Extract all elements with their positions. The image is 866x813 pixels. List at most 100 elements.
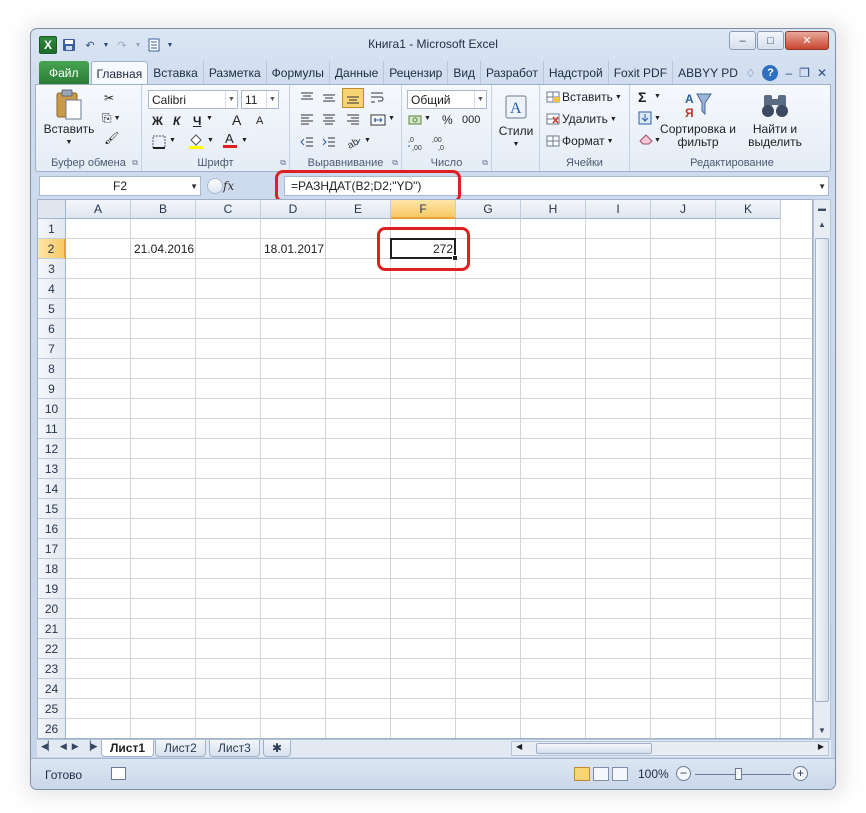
decrease-indent-icon[interactable] bbox=[300, 135, 314, 149]
last-sheet-icon[interactable]: ▕▶ bbox=[84, 741, 98, 752]
row-header-7[interactable]: 7 bbox=[38, 339, 66, 359]
autosum-button[interactable]: Σ bbox=[638, 89, 646, 105]
horizontal-scrollbar[interactable]: ◀ ▶ bbox=[511, 741, 829, 756]
row-header-17[interactable]: 17 bbox=[38, 539, 66, 559]
clear-icon[interactable] bbox=[638, 133, 654, 145]
font-launcher-icon[interactable]: ⧉ bbox=[280, 158, 286, 168]
row-header-8[interactable]: 8 bbox=[38, 359, 66, 379]
next-sheet-icon[interactable]: ▶ bbox=[72, 741, 79, 752]
find-select-button[interactable]: Найти и выделить bbox=[740, 89, 810, 149]
paste-button[interactable]: Вставить ▼ bbox=[44, 89, 94, 149]
number-format-select[interactable]: Общий ▼ bbox=[407, 90, 487, 109]
italic-button[interactable]: К bbox=[173, 114, 180, 128]
vertical-scrollbar[interactable]: ▬ ▲ ▼ bbox=[813, 199, 831, 739]
align-bottom-icon[interactable] bbox=[342, 88, 364, 108]
expand-formula-bar-icon[interactable]: ▼ bbox=[818, 182, 826, 191]
fill-color-dropdown-icon[interactable]: ▼ bbox=[207, 137, 214, 144]
row-header-6[interactable]: 6 bbox=[38, 319, 66, 339]
row-header-4[interactable]: 4 bbox=[38, 279, 66, 299]
row-header-26[interactable]: 26 bbox=[38, 719, 66, 738]
format-painter-icon[interactable]: 🖌 bbox=[104, 131, 119, 145]
align-center-icon[interactable] bbox=[322, 113, 336, 127]
cell-b2[interactable]: 21.04.2016 bbox=[131, 239, 196, 259]
page-break-view-icon[interactable] bbox=[612, 767, 628, 781]
workbook-restore-icon[interactable]: ❐ bbox=[799, 66, 810, 80]
orientation-dropdown-icon[interactable]: ▼ bbox=[364, 137, 371, 144]
cut-icon[interactable]: ✂ bbox=[104, 91, 114, 105]
cell-d2[interactable]: 18.01.2017 bbox=[261, 239, 326, 259]
borders-dropdown-icon[interactable]: ▼ bbox=[169, 137, 176, 144]
prev-sheet-icon[interactable]: ◀ bbox=[60, 741, 67, 752]
zoom-level[interactable]: 100% bbox=[638, 767, 669, 781]
percent-style-button[interactable]: % bbox=[442, 113, 453, 127]
normal-view-icon[interactable] bbox=[574, 767, 590, 781]
comma-style-button[interactable]: 000 bbox=[462, 114, 480, 126]
name-box-dropdown-icon[interactable]: ▼ bbox=[190, 182, 198, 191]
fill-icon[interactable] bbox=[638, 111, 652, 125]
orientation-icon[interactable]: ab bbox=[346, 135, 362, 149]
font-name-select[interactable]: Calibri ▼ bbox=[148, 90, 238, 109]
tab-addins[interactable]: Надстрой bbox=[544, 61, 609, 85]
copy-icon[interactable]: ⎘ ▼ bbox=[102, 111, 121, 126]
font-color-icon[interactable]: A bbox=[222, 131, 238, 149]
clipboard-launcher-icon[interactable]: ⧉ bbox=[132, 158, 138, 168]
row-header-3[interactable]: 3 bbox=[38, 259, 66, 279]
row-header-19[interactable]: 19 bbox=[38, 579, 66, 599]
row-header-23[interactable]: 23 bbox=[38, 659, 66, 679]
row-header-2[interactable]: 2 bbox=[38, 239, 66, 259]
fill-color-icon[interactable] bbox=[188, 133, 204, 149]
row-header-10[interactable]: 10 bbox=[38, 399, 66, 419]
tab-page-layout[interactable]: Разметка bbox=[204, 61, 267, 85]
column-header-e[interactable]: E bbox=[326, 200, 391, 219]
row-header-14[interactable]: 14 bbox=[38, 479, 66, 499]
close-button[interactable]: ✕ bbox=[785, 31, 829, 50]
row-header-13[interactable]: 13 bbox=[38, 459, 66, 479]
tab-foxit-pdf[interactable]: Foxit PDF bbox=[609, 61, 674, 85]
column-header-a[interactable]: A bbox=[66, 200, 131, 219]
sheet-tab-2[interactable]: Лист2 bbox=[155, 740, 206, 757]
tab-formulas[interactable]: Формулы bbox=[267, 61, 330, 85]
increase-indent-icon[interactable] bbox=[322, 135, 336, 149]
insert-cells-button[interactable]: Вставить ▼ bbox=[546, 90, 622, 104]
row-header-25[interactable]: 25 bbox=[38, 699, 66, 719]
worksheet-grid[interactable]: A B C D E F G H I J K 1 2 3 4 5 6 7 8 9 10 11 12 13 14 15 16 17 18 19… bbox=[37, 199, 813, 739]
tab-data[interactable]: Данные bbox=[330, 61, 385, 85]
align-right-icon[interactable] bbox=[346, 113, 360, 127]
row-header-22[interactable]: 22 bbox=[38, 639, 66, 659]
workbook-minimize-icon[interactable]: – bbox=[785, 66, 792, 80]
name-box[interactable]: F2 ▼ bbox=[39, 176, 201, 196]
align-left-icon[interactable] bbox=[300, 113, 314, 127]
row-header-9[interactable]: 9 bbox=[38, 379, 66, 399]
row-header-15[interactable]: 15 bbox=[38, 499, 66, 519]
merge-center-icon[interactable] bbox=[370, 113, 386, 127]
row-header-21[interactable]: 21 bbox=[38, 619, 66, 639]
font-color-dropdown-icon[interactable]: ▼ bbox=[241, 137, 248, 144]
vertical-scroll-thumb[interactable] bbox=[815, 238, 829, 702]
zoom-slider-thumb[interactable] bbox=[735, 768, 742, 780]
select-all-button[interactable] bbox=[38, 200, 66, 219]
tab-file[interactable]: Файл bbox=[39, 61, 89, 85]
alignment-launcher-icon[interactable]: ⧉ bbox=[392, 158, 398, 168]
tab-home[interactable]: Главная bbox=[90, 61, 149, 85]
insert-function-button[interactable]: fx bbox=[223, 179, 234, 193]
zoom-slider-track[interactable] bbox=[695, 774, 791, 775]
column-header-c[interactable]: C bbox=[196, 200, 261, 219]
tab-view[interactable]: Вид bbox=[448, 61, 482, 85]
row-header-20[interactable]: 20 bbox=[38, 599, 66, 619]
scroll-up-icon[interactable]: ▲ bbox=[814, 216, 830, 232]
align-top-icon[interactable] bbox=[300, 91, 314, 105]
decrease-decimal-icon[interactable]: ,00,0 bbox=[432, 135, 450, 151]
increase-decimal-icon[interactable]: ,0,00 bbox=[408, 135, 426, 151]
column-header-d[interactable]: D bbox=[261, 200, 326, 219]
scroll-split-handle[interactable]: ▬ bbox=[814, 200, 830, 216]
maximize-button[interactable]: □ bbox=[757, 31, 784, 50]
align-middle-icon[interactable] bbox=[322, 91, 336, 105]
column-header-b[interactable]: B bbox=[131, 200, 196, 219]
wrap-text-icon[interactable] bbox=[370, 91, 386, 105]
zoom-in-icon[interactable]: + bbox=[793, 766, 808, 781]
underline-button[interactable]: Ч bbox=[193, 114, 201, 128]
currency-format-icon[interactable] bbox=[408, 113, 424, 127]
row-header-24[interactable]: 24 bbox=[38, 679, 66, 699]
page-layout-view-icon[interactable] bbox=[593, 767, 609, 781]
zoom-out-icon[interactable]: − bbox=[676, 766, 691, 781]
